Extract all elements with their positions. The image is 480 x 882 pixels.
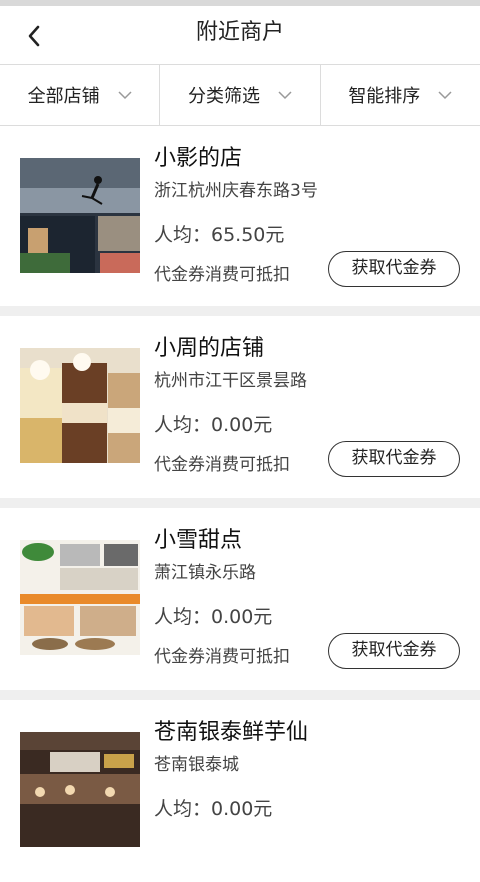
chevron-down-icon — [118, 90, 132, 99]
get-voucher-button[interactable]: 获取代金券 — [328, 251, 460, 287]
chevron-down-icon — [438, 90, 452, 99]
shop-name: 苍南银泰鲜芋仙 — [154, 720, 309, 745]
voucher-note: 代金券消费可抵扣 — [154, 265, 290, 285]
shop-card[interactable]: 小雪甜点 萧江镇永乐路 人均：0.00元 代金券消费可抵扣 获取代金券 — [0, 508, 480, 690]
filter-bar: 全部店铺 分类筛选 智能排序 — [0, 65, 480, 126]
page-title: 附近商户 — [195, 20, 284, 45]
shop-address: 萧江镇永乐路 — [154, 563, 256, 583]
shop-thumbnail — [20, 158, 140, 273]
shop-address: 杭州市江干区景昙路 — [154, 371, 307, 391]
filter-sort[interactable]: 智能排序 — [321, 65, 480, 125]
shop-card[interactable]: 小影的店 浙江杭州庆春东路3号 人均：65.50元 代金券消费可抵扣 获取代金券 — [0, 126, 480, 306]
filter-all-shops[interactable]: 全部店铺 — [0, 65, 161, 125]
shop-thumbnail — [20, 348, 140, 463]
shop-average-price: 人均：65.50元 — [154, 224, 285, 246]
shop-card[interactable]: 小周的店铺 杭州市江干区景昙路 人均：0.00元 代金券消费可抵扣 获取代金券 — [0, 316, 480, 498]
filter-label: 全部店铺 — [27, 86, 100, 107]
shop-average-price: 人均：0.00元 — [154, 798, 273, 820]
voucher-note: 代金券消费可抵扣 — [154, 647, 290, 667]
voucher-note: 代金券消费可抵扣 — [154, 455, 290, 475]
shop-address: 浙江杭州庆春东路3号 — [154, 181, 318, 201]
shop-address: 苍南银泰城 — [154, 755, 239, 775]
top-header: 附近商户 — [0, 6, 480, 65]
shop-thumbnail — [20, 732, 140, 847]
filter-label: 智能排序 — [348, 86, 421, 107]
shop-name: 小雪甜点 — [154, 528, 243, 553]
get-voucher-button[interactable]: 获取代金券 — [328, 633, 460, 669]
shop-thumbnail — [20, 540, 140, 655]
get-voucher-button[interactable]: 获取代金券 — [328, 441, 460, 477]
shop-name: 小周的店铺 — [154, 336, 265, 361]
shop-average-price: 人均：0.00元 — [154, 606, 273, 628]
filter-label: 分类筛选 — [187, 86, 260, 107]
shop-average-price: 人均：0.00元 — [154, 414, 273, 436]
shop-name: 小影的店 — [154, 146, 243, 171]
shop-list: 小影的店 浙江杭州庆春东路3号 人均：65.50元 代金券消费可抵扣 获取代金券… — [0, 126, 480, 882]
filter-category[interactable]: 分类筛选 — [160, 65, 321, 125]
chevron-down-icon — [278, 90, 292, 99]
shop-card[interactable]: 苍南银泰鲜芋仙 苍南银泰城 人均：0.00元 — [0, 700, 480, 882]
